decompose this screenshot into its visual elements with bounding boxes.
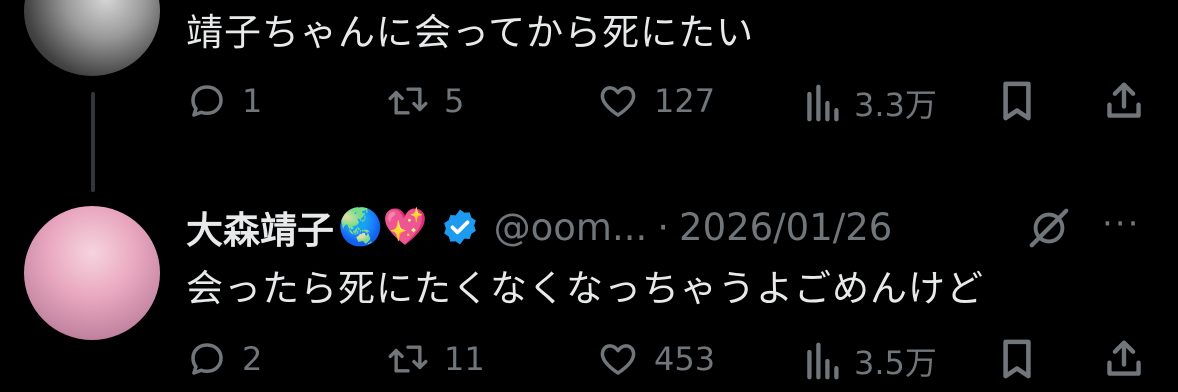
more-icon: ··· (1102, 204, 1141, 244)
grok-icon (1029, 208, 1069, 248)
repost-button[interactable]: 11 (386, 338, 485, 380)
more-button[interactable]: ··· (1102, 204, 1140, 244)
share-icon (1107, 82, 1141, 118)
thread-connector-line (91, 92, 95, 192)
avatar[interactable] (24, 206, 160, 340)
author-handle[interactable]: @oom... (494, 206, 648, 249)
repost-icon (388, 87, 428, 115)
reply-icon (191, 343, 223, 375)
tweet-text: 靖子ちゃんに会ってから死にたい (186, 11, 755, 54)
views-icon (807, 84, 839, 122)
tweet-date[interactable]: 2026/01/26 (679, 206, 892, 249)
tweet-header: 大森靖子 🌏💖 @oom... · 2026/01/26 (186, 198, 892, 256)
bookmark-button[interactable] (998, 338, 1036, 380)
reply-icon (191, 85, 223, 117)
like-count: 127 (654, 82, 716, 120)
avatar[interactable] (24, 0, 160, 76)
reply-button[interactable]: 2 (186, 338, 262, 380)
share-button[interactable] (1104, 338, 1144, 380)
like-button[interactable]: 127 (596, 80, 715, 122)
bookmark-icon (1003, 81, 1031, 121)
share-button[interactable] (1104, 80, 1144, 122)
grok-button[interactable] (1026, 205, 1072, 251)
verified-badge-icon (443, 209, 476, 245)
reply-count: 2 (242, 340, 263, 378)
tweet-actions: 2 11 453 3.5万 (186, 338, 1146, 388)
header-separator: · (657, 205, 670, 249)
views-button[interactable]: 3.5万 (804, 338, 937, 384)
repost-count: 11 (444, 340, 485, 378)
author-name[interactable]: 大森靖子 (186, 200, 334, 254)
repost-icon (388, 345, 428, 373)
like-icon (600, 344, 636, 375)
share-icon (1107, 340, 1141, 376)
reply-button[interactable]: 1 (186, 80, 262, 122)
views-icon (807, 342, 839, 380)
views-count: 3.5万 (854, 344, 937, 382)
like-count: 453 (654, 340, 716, 378)
bookmark-button[interactable] (998, 80, 1036, 122)
author-emojis: 🌏💖 (338, 207, 428, 248)
like-button[interactable]: 453 (596, 338, 715, 380)
repost-button[interactable]: 5 (386, 80, 464, 122)
tweet-text: 会ったら死にたくなくなっちゃうよごめんけど (186, 267, 984, 310)
bookmark-icon (1003, 339, 1031, 379)
views-button[interactable]: 3.3万 (804, 80, 937, 126)
repost-count: 5 (444, 82, 465, 120)
reply-count: 1 (242, 82, 263, 120)
tweet-actions: 1 5 127 3.3万 (186, 80, 1146, 130)
verified-badge (440, 207, 480, 247)
views-count: 3.3万 (854, 86, 937, 124)
like-icon (600, 86, 636, 117)
